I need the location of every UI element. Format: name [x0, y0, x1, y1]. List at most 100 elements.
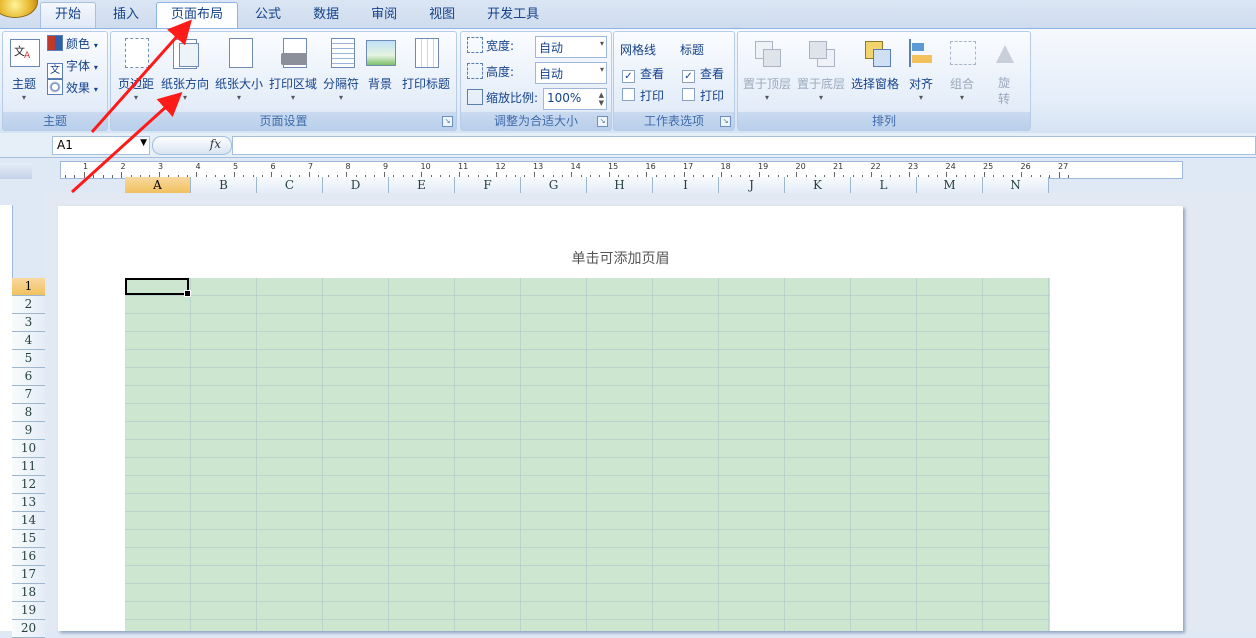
tab-7[interactable]: 开发工具 — [472, 2, 554, 28]
column-header[interactable]: D — [323, 177, 389, 193]
colors-icon — [47, 35, 63, 51]
breaks-label: 分隔符 — [322, 77, 359, 91]
height-select[interactable]: 自动 ▾ — [535, 62, 607, 84]
tab-4[interactable]: 数据 — [298, 2, 354, 28]
row-header[interactable]: 7 — [12, 386, 45, 404]
page-setup-group-label: 页面设置 — [111, 112, 456, 130]
office-button[interactable] — [0, 0, 38, 18]
column-header[interactable]: K — [785, 177, 851, 193]
row-header[interactable]: 11 — [12, 458, 45, 476]
page-setup-launcher-icon[interactable]: ↘ — [442, 116, 453, 127]
name-box[interactable]: A1 ▼ — [52, 136, 150, 155]
row-header[interactable]: 17 — [12, 566, 45, 584]
tab-2[interactable]: 页面布局 — [156, 2, 239, 29]
tab-5[interactable]: 审阅 — [356, 2, 412, 28]
tab-0[interactable]: 开始 — [40, 2, 97, 28]
row-header[interactable]: 9 — [12, 422, 45, 440]
send-backward-button[interactable]: 置于底层 ▾ — [794, 35, 848, 111]
gridlines-print-checkbox[interactable]: 打印 — [622, 86, 664, 106]
column-header[interactable]: A — [125, 177, 191, 193]
themes-label: 主题 — [11, 77, 36, 91]
row-header[interactable]: 20 — [12, 620, 45, 638]
row-header[interactable]: 3 — [12, 314, 45, 332]
column-header[interactable]: L — [851, 177, 917, 193]
size-button[interactable]: 纸张大小 ▾ — [213, 35, 265, 111]
ruler-mark: 10 — [420, 162, 431, 171]
row-header[interactable]: 14 — [12, 512, 45, 530]
row-header[interactable]: 8 — [12, 404, 45, 422]
chevron-down-icon: ▾ — [21, 93, 26, 102]
row-header[interactable]: 1 — [12, 278, 45, 296]
size-icon — [223, 37, 255, 69]
margins-button[interactable]: 页边距 ▾ — [115, 35, 157, 111]
row-header[interactable]: 12 — [12, 476, 45, 494]
align-button[interactable]: 对齐 ▾ — [904, 35, 938, 111]
column-header[interactable]: J — [719, 177, 785, 193]
cell-grid[interactable] — [125, 278, 1050, 631]
bring-forward-button[interactable]: 置于顶层 ▾ — [740, 35, 794, 111]
print-area-button[interactable]: 打印区域 ▾ — [267, 35, 319, 111]
column-header[interactable]: E — [389, 177, 455, 193]
headings-print-checkbox[interactable]: 打印 — [682, 86, 724, 106]
theme-effects-button[interactable]: 效果 ▾ — [47, 78, 98, 98]
breaks-button[interactable]: 分隔符 ▾ — [319, 35, 363, 111]
ruler-mark: 1 — [83, 162, 89, 171]
checkmark-icon: ✓ — [622, 70, 635, 83]
row-header[interactable]: 6 — [12, 368, 45, 386]
column-header[interactable]: H — [587, 177, 653, 193]
rotate-button[interactable]: 旋转 — [984, 35, 1024, 111]
ruler-mark: 9 — [383, 162, 389, 171]
scale-icon — [467, 89, 483, 105]
scale-to-fit-launcher-icon[interactable]: ↘ — [597, 116, 608, 127]
row-header[interactable]: 16 — [12, 548, 45, 566]
spinner-arrows-icon[interactable]: ▲ ▼ — [599, 91, 604, 107]
column-header[interactable]: C — [257, 177, 323, 193]
column-header[interactable]: N — [983, 177, 1049, 193]
row-header[interactable]: 13 — [12, 494, 45, 512]
row-header[interactable]: 4 — [12, 332, 45, 350]
column-header[interactable]: I — [653, 177, 719, 193]
ruler-tick — [83, 172, 85, 178]
height-icon — [467, 63, 483, 79]
print-titles-button[interactable]: 打印标题 — [399, 35, 453, 111]
formula-input[interactable] — [232, 136, 1256, 155]
formula-bar: A1 ▼ fx — [0, 133, 1256, 158]
sheet-options-launcher-icon[interactable]: ↘ — [720, 116, 731, 127]
headings-view-checkbox[interactable]: ✓ 查看 — [682, 64, 724, 84]
background-button[interactable]: 背景 — [363, 35, 397, 111]
orientation-button[interactable]: 纸张方向 ▾ — [159, 35, 211, 111]
chevron-down-icon[interactable]: ▼ — [140, 138, 147, 148]
width-select[interactable]: 自动 ▾ — [535, 36, 607, 58]
headings-heading: 标题 — [680, 43, 705, 57]
tab-1[interactable]: 插入 — [98, 2, 154, 28]
group-button[interactable]: 组合 ▾ — [942, 35, 982, 111]
tab-3[interactable]: 公式 — [240, 2, 296, 28]
tab-6[interactable]: 视图 — [414, 2, 470, 28]
scale-to-fit-group: 宽度: 自动 ▾ 高度: 自动 ▾ 缩放比例: 100% ▲ ▼ 调整为合适大小 ↘ — [460, 31, 612, 131]
column-header[interactable]: B — [191, 177, 257, 193]
size-label: 纸张大小 — [214, 77, 263, 91]
background-image-icon — [364, 37, 396, 69]
page-header-placeholder[interactable]: 单击可添加页眉 — [58, 248, 1183, 268]
row-header[interactable]: 15 — [12, 530, 45, 548]
insert-function-button[interactable]: fx — [152, 136, 232, 155]
gridlines-view-checkbox[interactable]: ✓ 查看 — [622, 64, 664, 84]
theme-fonts-button[interactable]: 文字体 ▾ — [47, 56, 98, 79]
row-header[interactable]: 19 — [12, 602, 45, 620]
scale-label: 缩放比例: — [467, 88, 538, 108]
theme-colors-button[interactable]: 颜色 ▾ — [47, 34, 98, 54]
scale-spinner[interactable]: 100% ▲ ▼ — [543, 88, 607, 110]
column-header[interactable]: F — [455, 177, 521, 193]
column-header[interactable]: M — [917, 177, 983, 193]
themes-button[interactable]: 文 A 主题 ▾ — [7, 35, 41, 111]
ruler-tick — [74, 175, 76, 178]
selection-pane-button[interactable]: 选择窗格 — [848, 35, 902, 111]
row-header[interactable]: 18 — [12, 584, 45, 602]
background-label: 背景 — [367, 77, 392, 91]
select-all-corner[interactable] — [0, 163, 32, 179]
row-header[interactable]: 5 — [12, 350, 45, 368]
column-header[interactable]: G — [521, 177, 587, 193]
row-header[interactable]: 2 — [12, 296, 45, 314]
row-header[interactable]: 10 — [12, 440, 45, 458]
active-cell[interactable] — [125, 278, 191, 297]
